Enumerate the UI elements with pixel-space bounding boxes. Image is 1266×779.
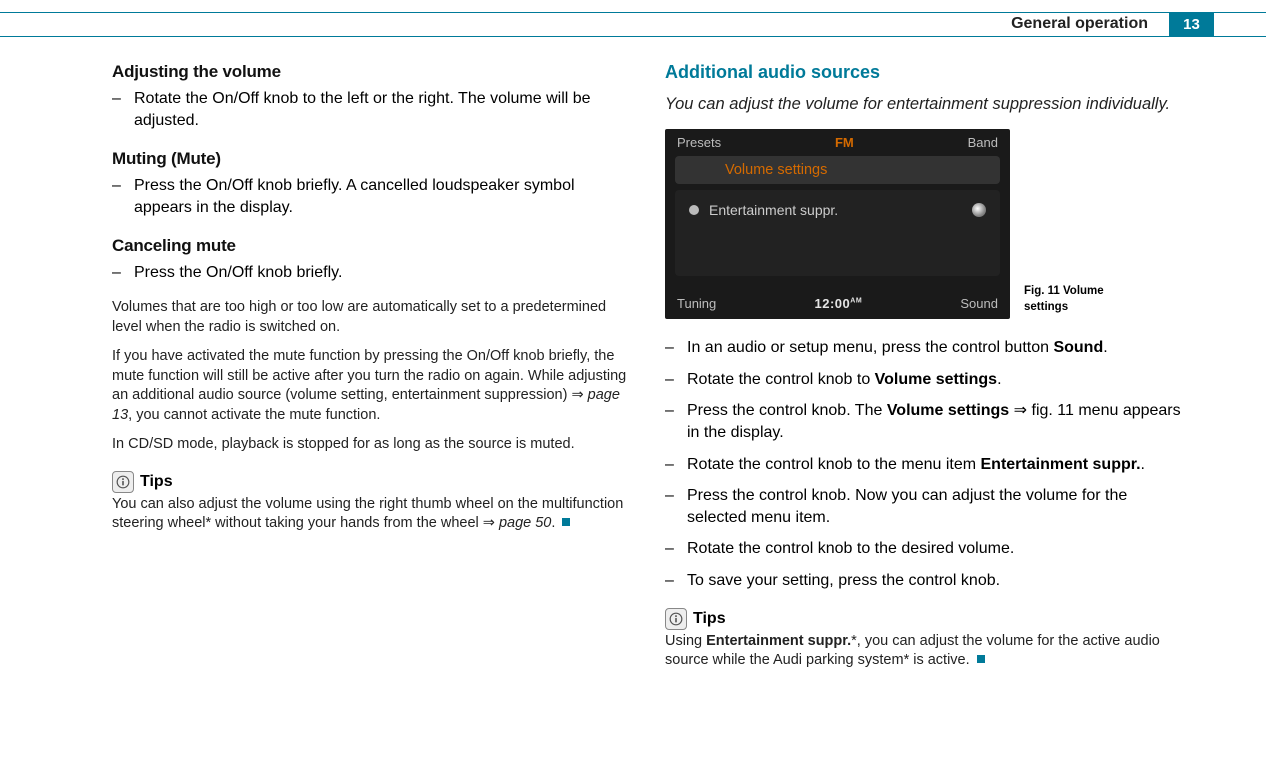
- mmi-display: Presets FM Band Volume settings Entertai…: [665, 129, 1010, 319]
- tips-block-right: Tips Using Entertainment suppr.*, you ca…: [665, 608, 1186, 671]
- list-item: Press the control knob. The Volume setti…: [665, 400, 1186, 443]
- mmi-sound: Sound: [960, 296, 998, 311]
- tips-bold: Entertainment suppr.: [706, 633, 851, 649]
- body-p2: If you have activated the mute function …: [112, 347, 633, 425]
- mmi-tuning: Tuning: [677, 296, 716, 311]
- tips-header: Tips: [112, 471, 633, 493]
- step-bold: Entertainment suppr.: [981, 456, 1141, 473]
- heading-adjusting-volume: Adjusting the volume: [112, 62, 633, 82]
- list-muting: Press the On/Off knob briefly. A cancell…: [112, 175, 633, 218]
- mmi-selection-marker-icon: [972, 203, 986, 217]
- section-heading-audio-sources: Additional audio sources: [665, 62, 1186, 83]
- end-square-icon: [562, 518, 570, 526]
- section-title: General operation: [1011, 15, 1148, 33]
- tips-text-b: .: [551, 515, 555, 531]
- list-item: Rotate the control knob to Volume settin…: [665, 369, 1186, 391]
- mmi-entertainment-row: Entertainment suppr.: [689, 202, 986, 218]
- list-item: Rotate the On/Off knob to the left or th…: [112, 88, 633, 131]
- mmi-presets: Presets: [677, 135, 721, 150]
- body-p1: Volumes that are too high or too low are…: [112, 298, 633, 337]
- header-rule-top: [0, 12, 1266, 13]
- list-item: Press the On/Off knob briefly. A cancell…: [112, 175, 633, 218]
- mmi-entertainment-label: Entertainment suppr.: [709, 202, 838, 218]
- tips-label: Tips: [140, 473, 173, 491]
- list-adjusting-volume: Rotate the On/Off knob to the left or th…: [112, 88, 633, 131]
- end-square-icon: [977, 655, 985, 663]
- content-area: Adjusting the volume Rotate the On/Off k…: [112, 62, 1186, 681]
- header-rule-bottom: [0, 36, 1266, 37]
- body-p2-b: , you cannot activate the mute function.: [128, 407, 380, 423]
- mmi-time-ampm: AM: [850, 298, 862, 305]
- tips-body-left: You can also adjust the volume using the…: [112, 495, 633, 534]
- list-canceling-mute: Press the On/Off knob briefly.: [112, 262, 633, 284]
- info-icon: [112, 471, 134, 493]
- body-p2-a: If you have activated the mute function …: [112, 348, 626, 403]
- mmi-time-value: 12:00: [815, 296, 851, 311]
- mmi-entertainment-left: Entertainment suppr.: [689, 202, 838, 218]
- tips-label: Tips: [693, 610, 726, 628]
- mmi-volume-settings-band: Volume settings: [675, 156, 1000, 184]
- right-column: Additional audio sources You can adjust …: [665, 62, 1186, 681]
- tips-body-right: Using Entertainment suppr.*, you can adj…: [665, 632, 1186, 671]
- info-icon: [665, 608, 687, 630]
- tips-header: Tips: [665, 608, 1186, 630]
- body-p3: In CD/SD mode, playback is stopped for a…: [112, 435, 633, 455]
- step-bold: Volume settings: [887, 402, 1009, 419]
- mmi-top-row: Presets FM Band: [665, 129, 1010, 154]
- list-item: In an audio or setup menu, press the con…: [665, 337, 1186, 359]
- tips-text: Using: [665, 633, 706, 649]
- step-text: Press the control knob. The: [687, 402, 887, 419]
- mmi-band: Band: [968, 135, 998, 150]
- step-text: Rotate the control knob to: [687, 371, 875, 388]
- page-ref: page 50: [499, 515, 551, 531]
- mmi-main-panel: Entertainment suppr.: [675, 190, 1000, 276]
- heading-muting: Muting (Mute): [112, 149, 633, 169]
- mmi-dot-icon: [689, 205, 699, 215]
- step-text: Rotate the control knob to the menu item: [687, 456, 981, 473]
- step-text: .: [997, 371, 1001, 388]
- step-text: .: [1103, 339, 1107, 356]
- intro-text: You can adjust the volume for entertainm…: [665, 93, 1186, 115]
- page-number: 13: [1169, 12, 1214, 37]
- mmi-time: 12:00AM: [815, 296, 863, 311]
- list-item: To save your setting, press the control …: [665, 570, 1186, 592]
- step-bold: Volume settings: [875, 371, 997, 388]
- left-column: Adjusting the volume Rotate the On/Off k…: [112, 62, 633, 681]
- figure-caption: Fig. 11 Volume settings: [1024, 284, 1114, 315]
- mmi-fm: FM: [835, 135, 854, 150]
- step-text: In an audio or setup menu, press the con…: [687, 339, 1053, 356]
- list-steps: In an audio or setup menu, press the con…: [665, 337, 1186, 591]
- mmi-bottom-row: Tuning 12:00AM Sound: [677, 296, 998, 311]
- step-bold: Sound: [1053, 339, 1103, 356]
- list-item: Press the control knob. Now you can adju…: [665, 485, 1186, 528]
- list-item: Rotate the control knob to the menu item…: [665, 454, 1186, 476]
- step-text: .: [1141, 456, 1145, 473]
- arrow-icon: ⇒: [571, 387, 583, 403]
- list-item: Rotate the control knob to the desired v…: [665, 538, 1186, 560]
- list-item: Press the On/Off knob briefly.: [112, 262, 633, 284]
- heading-canceling-mute: Canceling mute: [112, 236, 633, 256]
- figure-11: Presets FM Band Volume settings Entertai…: [665, 129, 1186, 319]
- tips-block-left: Tips You can also adjust the volume usin…: [112, 471, 633, 534]
- arrow-icon: ⇒: [483, 515, 495, 531]
